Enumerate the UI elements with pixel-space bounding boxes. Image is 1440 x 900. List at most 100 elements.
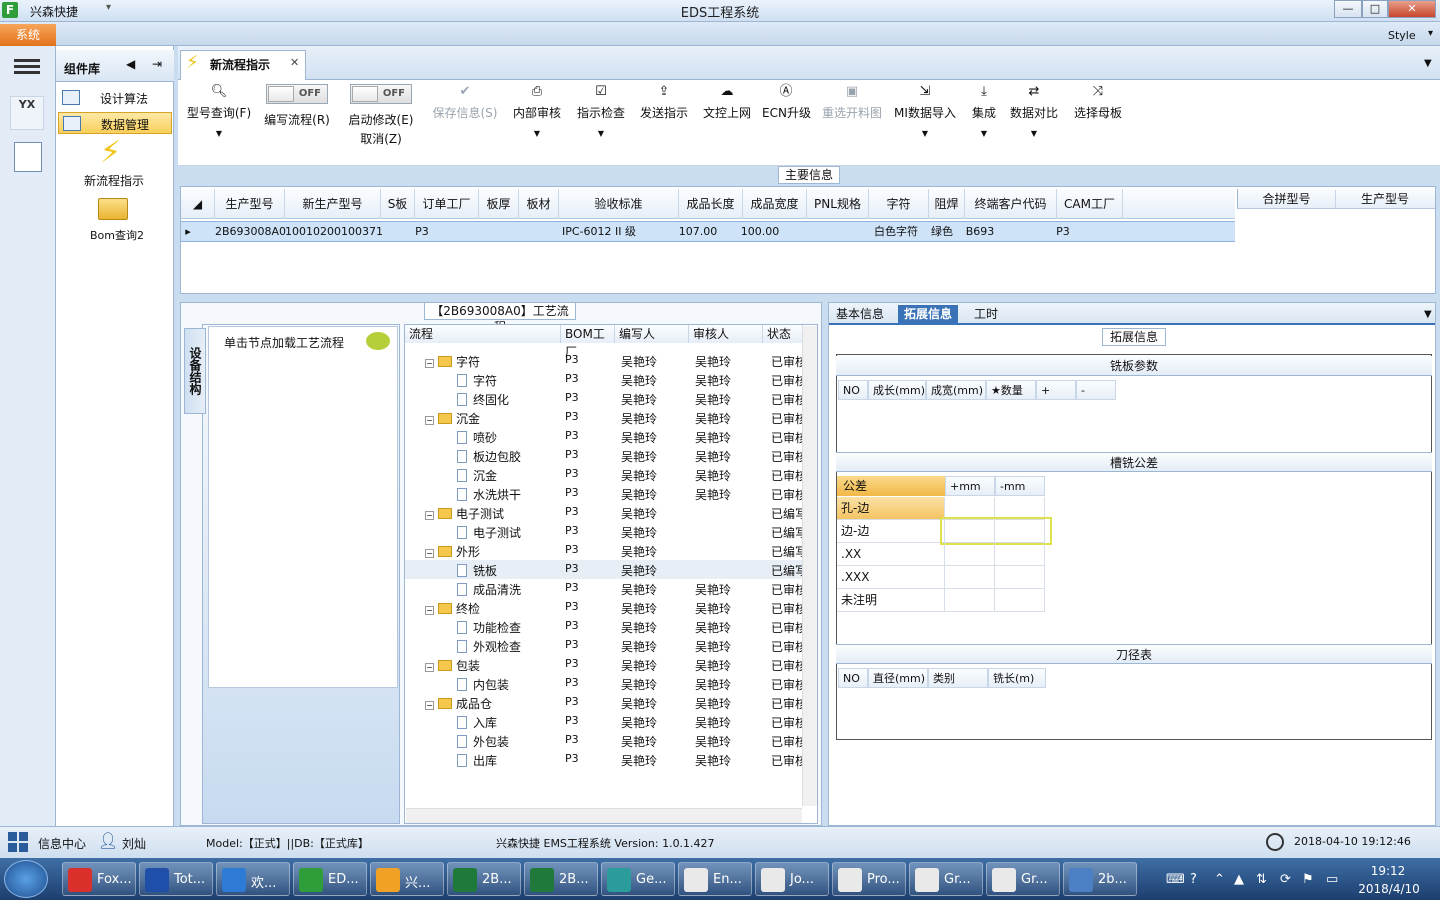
writer-cell[interactable]: 吴艳玲 [621, 695, 657, 712]
tree-row[interactable]: − 包装 P3 吴艳玲 吴艳玲 已审核 [405, 655, 803, 674]
vertical-scrollbar[interactable] [802, 326, 817, 806]
column-header[interactable]: 阻焊 [929, 189, 965, 219]
tree-row[interactable]: 喷砂 P3 吴艳玲 吴艳玲 已审核 [405, 427, 803, 446]
auditor-cell[interactable]: 吴艳玲 [695, 391, 731, 408]
taskbar-item[interactable]: En... [678, 862, 752, 896]
bom-factory-cell[interactable]: P3 [565, 619, 579, 632]
column-header[interactable]: 成宽(mm) [926, 380, 986, 400]
tab-basic-info[interactable]: 基本信息 [830, 305, 890, 325]
doc-online-button[interactable]: ☁ 文控上网 [698, 84, 756, 154]
start-button[interactable] [4, 860, 48, 898]
bom-factory-cell[interactable]: P3 [565, 448, 579, 461]
auditor-cell[interactable]: 吴艳玲 [695, 733, 731, 750]
tree-node[interactable]: 水洗烘干 [457, 486, 521, 503]
tree-node[interactable]: 内包装 [457, 676, 509, 693]
table-cell[interactable]: IPC-6012 II 级 [539, 224, 659, 240]
auditor-cell[interactable]: 吴艳玲 [695, 638, 731, 655]
taskbar-item[interactable]: 2B... [524, 862, 598, 896]
bom-factory-cell[interactable]: P3 [565, 467, 579, 480]
status-cell[interactable]: 已编写 [771, 543, 803, 560]
column-header[interactable]: 成长(mm) [868, 380, 926, 400]
table-cell[interactable] [479, 224, 519, 240]
close-icon[interactable]: ✕ [290, 56, 299, 69]
column-header[interactable]: 状态 [763, 325, 803, 343]
collapse-toggle-icon[interactable]: − [425, 606, 434, 615]
status-cell[interactable]: 已审核 [771, 695, 803, 712]
data-compare-button[interactable]: ⇄ 数据对比 ▼ [1008, 84, 1060, 154]
writer-cell[interactable]: 吴艳玲 [621, 467, 657, 484]
column-header[interactable]: 合拼型号 [1238, 190, 1336, 208]
auditor-cell[interactable]: 吴艳玲 [695, 429, 731, 446]
collapse-toggle-icon[interactable]: − [425, 416, 434, 425]
tree-row[interactable]: − 沉金 P3 吴艳玲 吴艳玲 已审核 [405, 408, 803, 427]
tree-row[interactable]: − 外形 P3 吴艳玲 已编写 [405, 541, 803, 560]
status-cell[interactable]: 已审核 [771, 410, 803, 427]
table-cell[interactable] [807, 224, 869, 240]
column-header[interactable]: CAM工厂 [1057, 189, 1123, 219]
status-cell[interactable]: 已审核 [771, 429, 803, 446]
status-cell[interactable]: 已审核 [771, 391, 803, 408]
column-header[interactable]: 生产型号 [215, 189, 285, 219]
column-header[interactable]: -mm [995, 476, 1045, 496]
table-cell[interactable]: P3 [1050, 224, 1076, 240]
tree-row[interactable]: 板边包胶 P3 吴艳玲 吴艳玲 已审核 [405, 446, 803, 465]
table-cell[interactable]: P3 [405, 224, 439, 240]
hamburger-menu-icon[interactable] [14, 56, 40, 78]
auditor-cell[interactable]: 吴艳玲 [695, 353, 731, 370]
auditor-cell[interactable]: 吴艳玲 [695, 448, 731, 465]
taskbar-item[interactable]: ED... [293, 862, 367, 896]
tree-row[interactable]: − 电子测试 P3 吴艳玲 已编写 [405, 503, 803, 522]
taskbar-item[interactable]: Tot... [139, 862, 213, 896]
collapse-toggle-icon[interactable]: − [425, 511, 434, 520]
library-item-data-management[interactable]: 数据管理 [58, 112, 172, 134]
bom-factory-cell[interactable]: P3 [565, 372, 579, 385]
toggle-switch[interactable]: OFF [266, 84, 328, 104]
column-header[interactable]: 生产型号 [1336, 190, 1434, 208]
auditor-cell[interactable]: 吴艳玲 [695, 486, 731, 503]
tree-row[interactable]: 终固化 P3 吴艳玲 吴艳玲 已审核 [405, 389, 803, 408]
tree-row[interactable]: − 成品仓 P3 吴艳玲 吴艳玲 已审核 [405, 693, 803, 712]
tab-work-hours[interactable]: 工时 [968, 305, 1004, 325]
style-menu[interactable]: Style [1388, 29, 1416, 42]
info-center-link[interactable]: 信息中心 [38, 835, 86, 852]
tree-row[interactable]: 铣板 P3 吴艳玲 已编写 [405, 560, 803, 579]
taskbar-item[interactable]: 兴... [370, 862, 444, 896]
clock-date[interactable]: 2018/4/10 [1354, 882, 1424, 896]
auditor-cell[interactable]: 吴艳玲 [695, 372, 731, 389]
clock-time[interactable]: 19:12 [1360, 864, 1416, 878]
quick-access-dropdown-icon[interactable]: ▾ [106, 2, 111, 13]
status-cell[interactable]: 已审核 [771, 676, 803, 693]
table-row[interactable]: .XXX [837, 566, 1045, 589]
library-item-design-algorithm[interactable]: 设计算法 [58, 87, 172, 109]
tree-node[interactable]: − 字符 [425, 353, 480, 370]
taskbar-item[interactable]: Pro... [832, 862, 906, 896]
status-cell[interactable]: 已审核 [771, 353, 803, 370]
bom-factory-cell[interactable]: P3 [565, 714, 579, 727]
column-header[interactable]: 审核人 [689, 325, 763, 343]
tab-list-dropdown-icon[interactable]: ▼ [1424, 58, 1432, 69]
column-header[interactable]: NO [838, 380, 868, 400]
bom-factory-cell[interactable]: P3 [565, 524, 579, 537]
status-cell[interactable]: 已审核 [771, 600, 803, 617]
tab-device-structure[interactable]: 设备结构 [184, 328, 206, 414]
system-menu-button[interactable]: 系统 [0, 24, 56, 46]
collapse-toggle-icon[interactable]: − [425, 359, 434, 368]
status-cell[interactable]: 已审核 [771, 657, 803, 674]
tree-node[interactable]: 字符 [457, 372, 497, 389]
column-header[interactable]: 编写人 [615, 325, 689, 343]
tree-node[interactable]: 板边包胶 [457, 448, 521, 465]
column-header[interactable]: 直径(mm) [868, 668, 928, 688]
bom-factory-cell[interactable]: P3 [565, 391, 579, 404]
status-cell[interactable]: 已审核 [771, 733, 803, 750]
table-cell[interactable]: 白色字符 [866, 224, 926, 240]
writer-cell[interactable]: 吴艳玲 [621, 733, 657, 750]
status-cell[interactable]: 已审核 [771, 638, 803, 655]
tree-node[interactable]: − 沉金 [425, 410, 480, 427]
table-row[interactable]: .XX [837, 543, 1045, 566]
tree-node[interactable]: − 外形 [425, 543, 480, 560]
taskbar-item[interactable]: Gr... [909, 862, 983, 896]
tree-node[interactable]: − 成品仓 [425, 695, 492, 712]
writer-cell[interactable]: 吴艳玲 [621, 410, 657, 427]
auditor-cell[interactable]: 吴艳玲 [695, 714, 731, 731]
style-dropdown-icon[interactable]: ▾ [1428, 28, 1433, 39]
